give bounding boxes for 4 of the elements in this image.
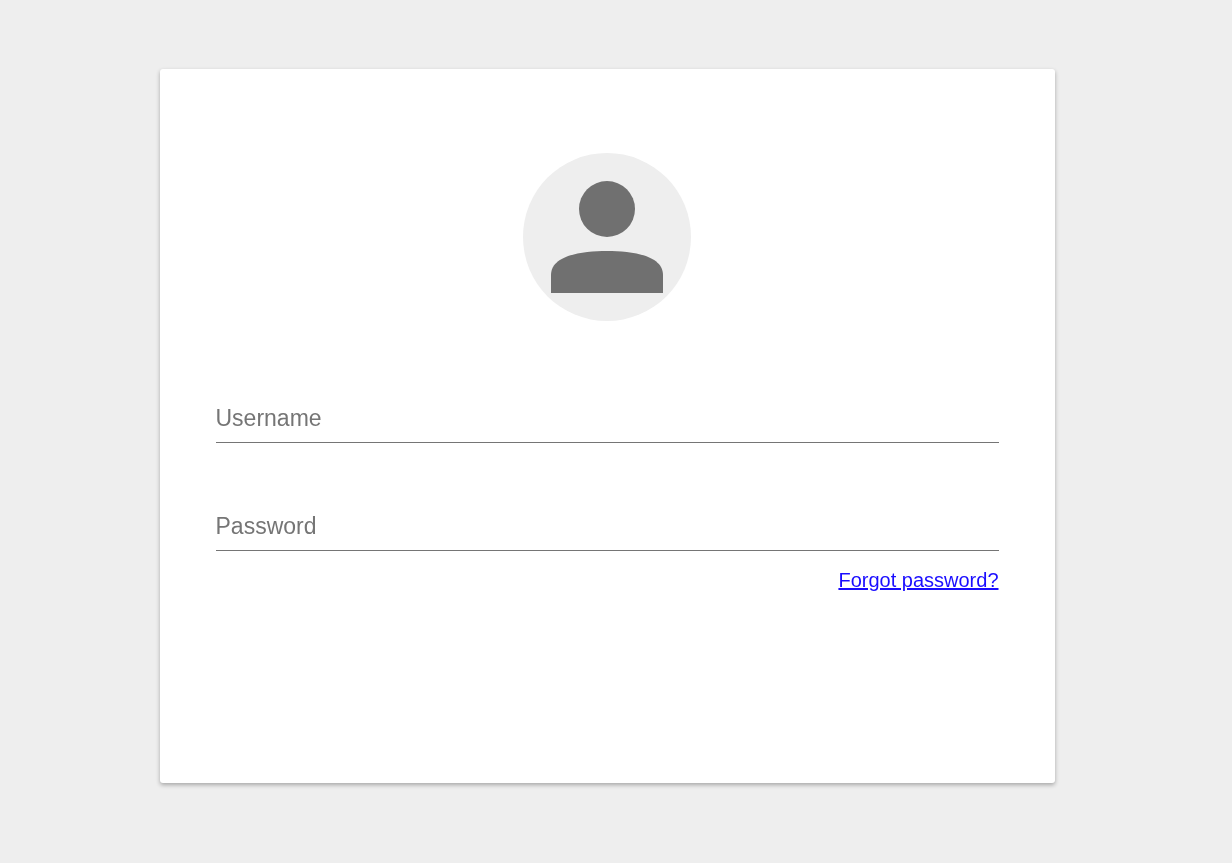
avatar-icon [523,153,691,321]
forgot-password-link[interactable]: Forgot password? [838,569,999,592]
password-field[interactable]: Password [215,489,999,551]
username-field[interactable]: Username [215,381,999,443]
